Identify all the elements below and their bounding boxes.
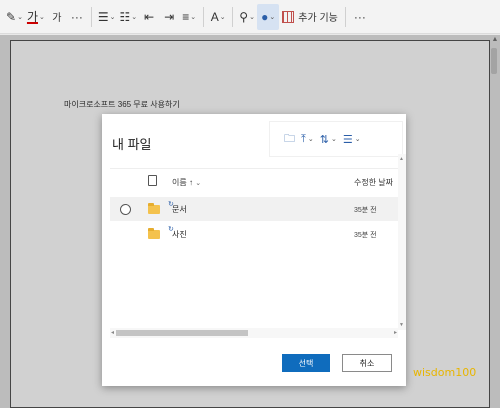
select-button[interactable]: 선택 <box>282 354 330 372</box>
file-list-header: 이름 ↑ ⌄ 수정한 날짜 <box>110 169 406 195</box>
highlight-button[interactable]: ✎ ⌄ <box>4 4 25 30</box>
highlighter-icon: ✎ <box>6 9 17 24</box>
clear-format-button[interactable]: 가 <box>47 4 67 30</box>
divider <box>232 6 234 27</box>
styles-icon: A <box>210 9 219 24</box>
find-button[interactable]: ⚲ ⌄ <box>237 4 257 30</box>
dialog-toolbar: 🗀 ⤒ ⌄ ⇅ ⌄ ☰ ⌄ <box>270 122 402 156</box>
more-button[interactable]: ··· <box>67 4 87 30</box>
chevron-down-icon: ⌄ <box>195 180 202 187</box>
sort-icon: ⇅ <box>319 133 329 146</box>
file-picker-dialog: 내 파일 🗀 ⤒ ⌄ ⇅ ⌄ ☰ ⌄ 이름 ↑ ⌄ 수정한 날짜 ↻ 문서 35분 전… <box>102 114 406 386</box>
bullets-button[interactable]: ☰ ⌄ <box>96 4 118 30</box>
numbering-button[interactable]: ☷ ⌄ <box>118 4 140 30</box>
file-list: 이름 ↑ ⌄ 수정한 날짜 ↻ 문서 35분 전 ↻ 사진 35분 전 <box>110 168 406 338</box>
view-button[interactable]: ☰ ⌄ <box>343 133 361 146</box>
numbering-icon: ☷ <box>119 9 131 24</box>
align-button[interactable]: ≡ ⌄ <box>179 4 199 30</box>
file-row[interactable]: ↻ 문서 35분 전 <box>110 197 406 221</box>
decrease-indent-icon: ⇤ <box>144 9 155 24</box>
microphone-icon: ● <box>261 9 269 24</box>
folder-icon <box>148 228 160 239</box>
ribbon-toolbar: ✎ ⌄ 가 ⌄ 가 ··· ☰ ⌄ ☷ ⌄ ⇤ ⇥ ≡ ⌄ A ⌄ ⚲ ⌄ ● ⌄ 추가 기능 … <box>0 0 500 34</box>
decrease-indent-button[interactable]: ⇤ <box>139 4 159 30</box>
sort-button[interactable]: ⇅ ⌄ <box>320 133 337 146</box>
addins-label: 추가 기능 <box>298 13 338 24</box>
addins-button[interactable]: 추가 기능 <box>279 4 341 30</box>
dialog-title: 내 파일 <box>112 137 152 152</box>
divider <box>344 6 346 27</box>
increase-indent-icon: ⇥ <box>164 9 175 24</box>
file-modified: 35분 전 <box>354 232 377 239</box>
file-modified: 35분 전 <box>354 207 377 214</box>
font-color-button[interactable]: 가 ⌄ <box>25 4 47 30</box>
upload-button[interactable]: ⤒ ⌄ <box>301 133 314 146</box>
file-name[interactable]: 사진 <box>172 229 187 240</box>
font-color-icon: 가 <box>26 10 38 24</box>
scroll-down-icon[interactable]: ▼ <box>399 322 404 328</box>
file-row[interactable]: ↻ 사진 35분 전 <box>110 222 406 246</box>
vertical-scrollbar[interactable]: ▲ ▼ <box>398 154 406 330</box>
divider <box>90 6 92 27</box>
search-icon: ⚲ <box>239 9 249 24</box>
scroll-up-icon[interactable]: ▲ <box>399 156 404 162</box>
align-icon: ≡ <box>182 9 190 24</box>
row-select-radio[interactable] <box>120 204 131 215</box>
scroll-left-icon[interactable]: ◂ <box>111 329 114 336</box>
horizontal-scrollbar-thumb[interactable] <box>116 330 248 336</box>
folder-add-icon: 🗀 <box>284 132 295 145</box>
bullets-icon: ☰ <box>97 9 109 24</box>
dictate-button[interactable]: ● ⌄ <box>257 3 280 30</box>
file-type-icon <box>148 175 157 186</box>
watermark-text: wisdom100 <box>413 366 477 379</box>
clear-format-icon: 가 <box>52 13 62 24</box>
styles-button[interactable]: A ⌄ <box>208 4 228 30</box>
list-view-icon: ☰ <box>342 133 353 146</box>
folder-icon <box>148 203 160 214</box>
cancel-button[interactable]: 취소 <box>342 354 392 372</box>
column-name[interactable]: 이름 ↑ ⌄ <box>172 177 201 188</box>
file-name[interactable]: 문서 <box>172 204 187 215</box>
scroll-right-icon[interactable]: ▸ <box>394 329 397 336</box>
column-modified[interactable]: 수정한 날짜 <box>354 177 393 188</box>
new-folder-button[interactable]: 🗀 <box>284 130 295 149</box>
addins-icon <box>282 10 295 23</box>
upload-icon: ⤒ <box>301 132 306 145</box>
more-options-button[interactable]: ··· <box>350 4 370 30</box>
increase-indent-button[interactable]: ⇥ <box>159 4 179 30</box>
divider <box>203 6 205 27</box>
horizontal-scrollbar[interactable]: ◂ ▸ <box>110 328 398 338</box>
column-name-label: 이름 ↑ <box>172 178 193 187</box>
